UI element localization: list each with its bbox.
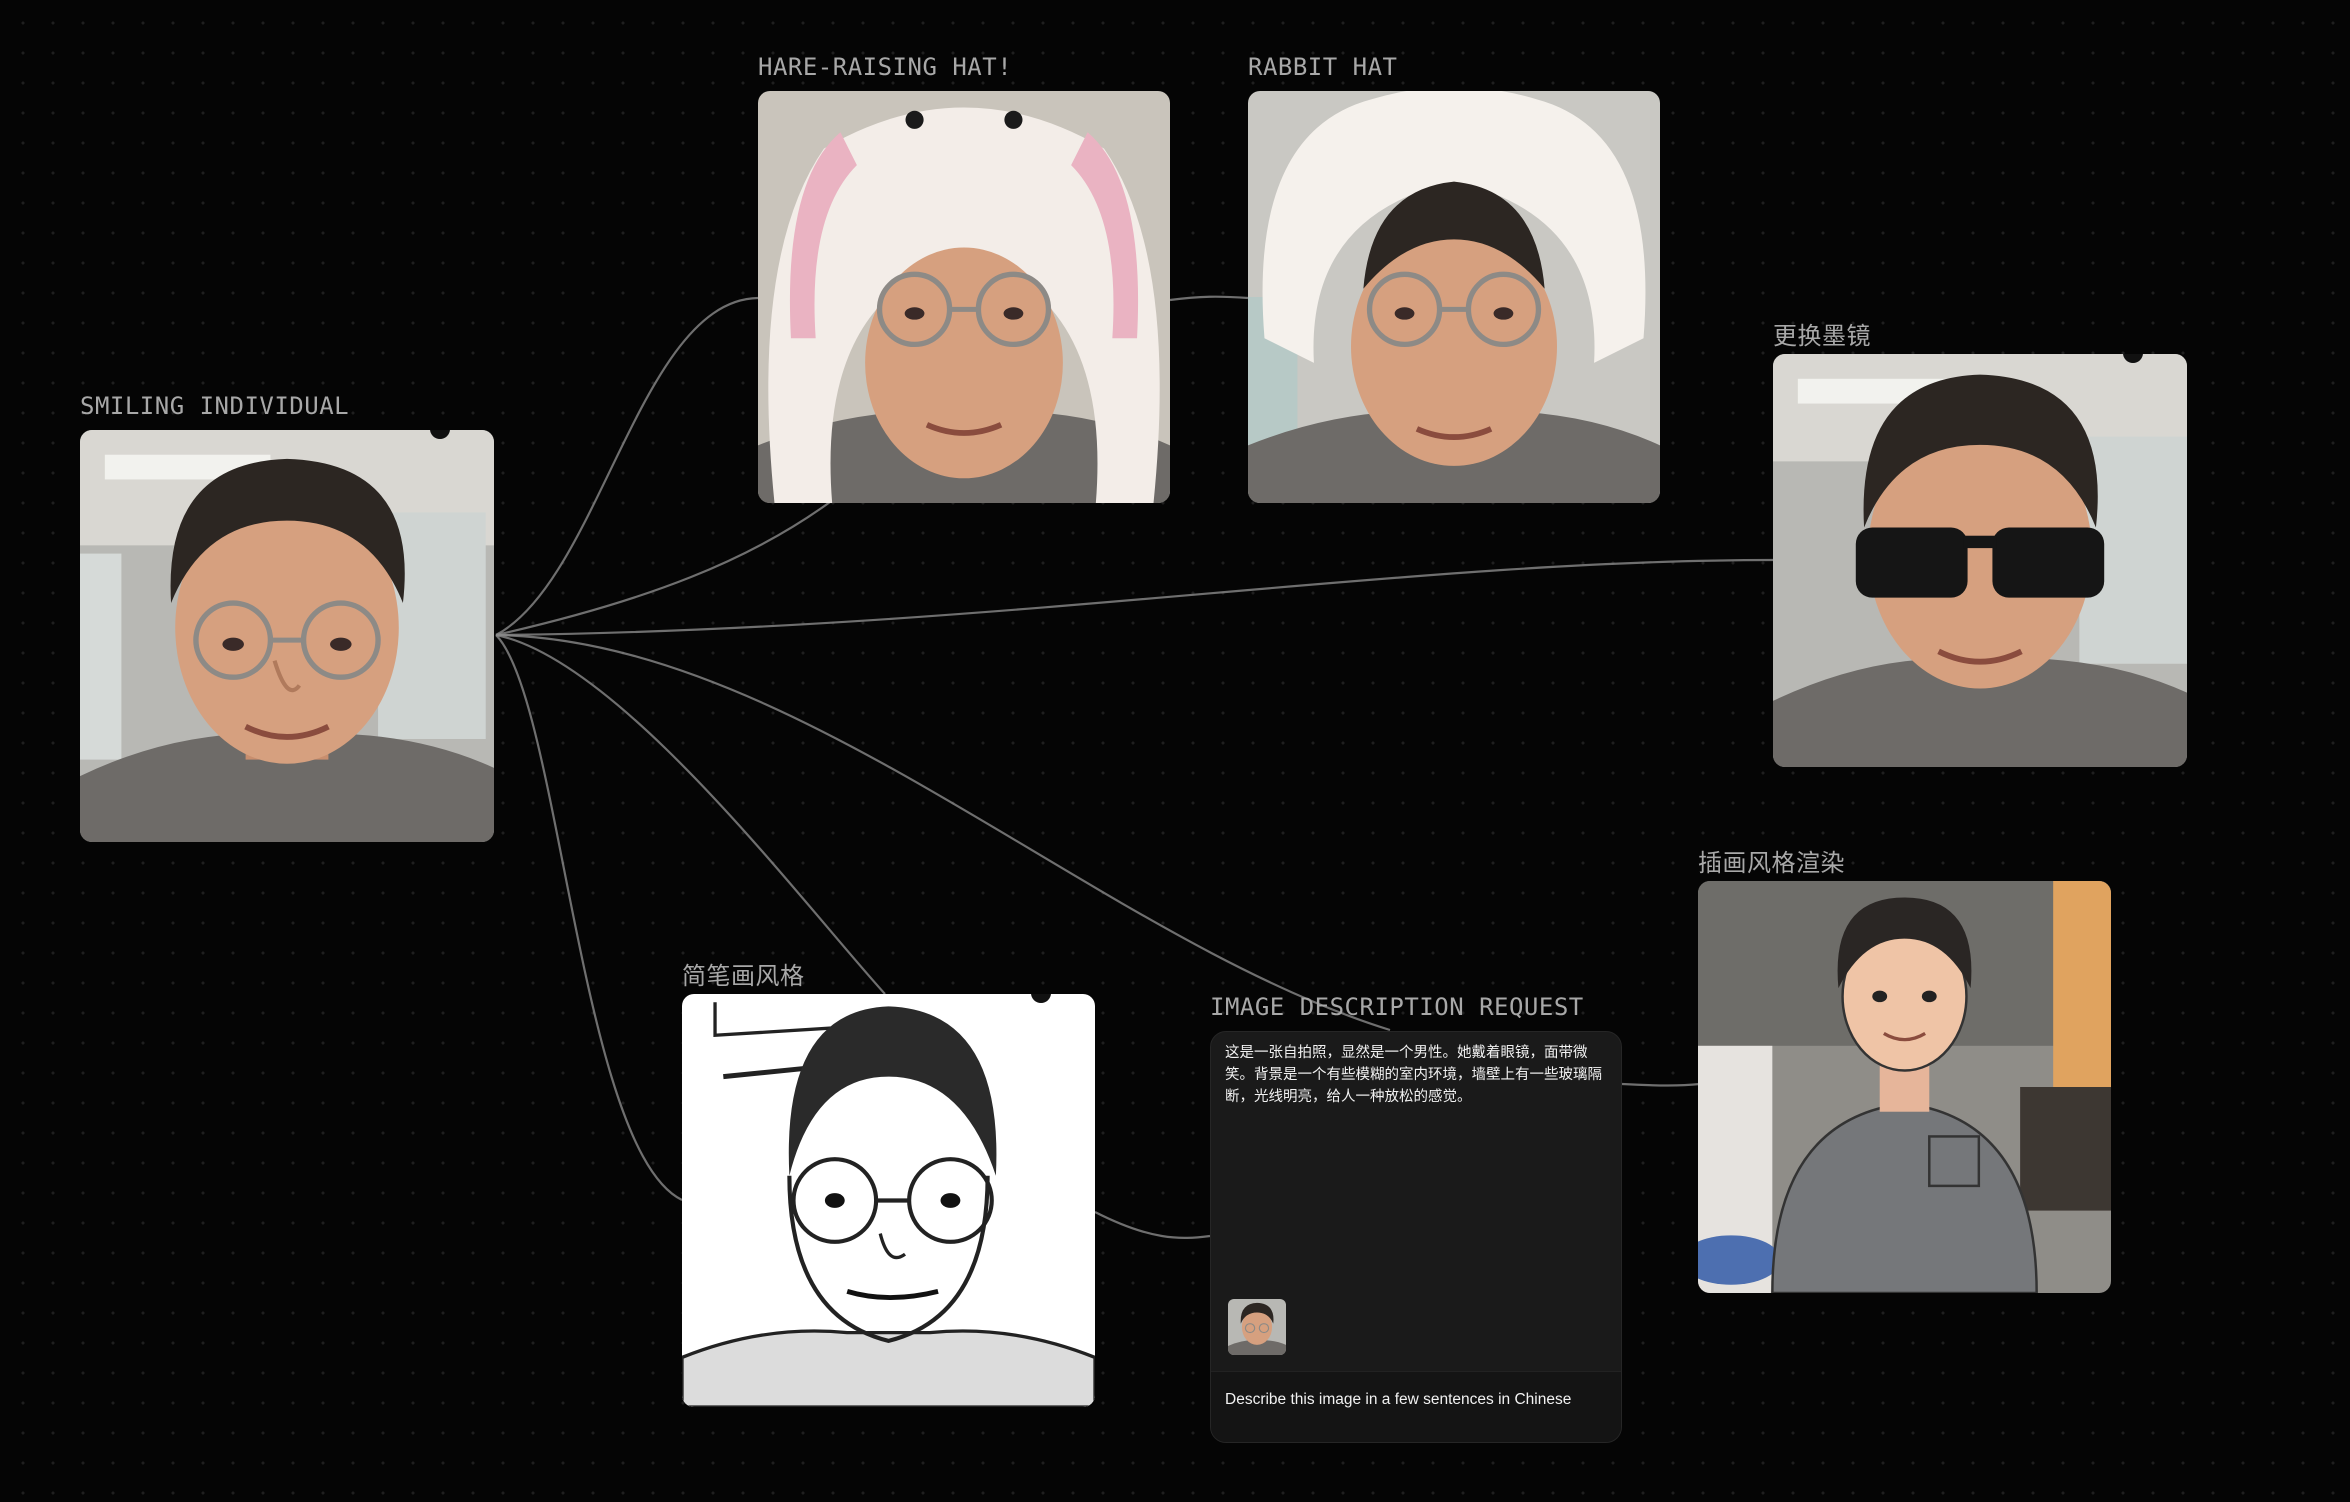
rabbit-hat-with-ears-image <box>758 91 1170 503</box>
edge-to-hare-raising-hat <box>495 296 759 636</box>
edge-hare-to-rabbit-hat <box>1169 295 1249 302</box>
prompt-area[interactable]: Describe this image in a few sentences i… <box>1211 1371 1621 1442</box>
node-title: 更换墨镜 <box>1773 322 1871 350</box>
edge-to-sunglasses <box>495 558 1774 637</box>
edge-line-drawing-to-description <box>1094 1211 1211 1239</box>
node-image-description[interactable]: IMAGE DESCRIPTION REQUEST 这是一张自拍照，显然是一个男… <box>1210 993 1622 1443</box>
node-title: HARE-RAISING HAT! <box>758 53 1013 81</box>
node-sunglasses[interactable]: 更换墨镜 <box>1773 322 2187 767</box>
line-drawing-image <box>682 994 1095 1407</box>
selfie-image <box>80 430 494 842</box>
description-response: 这是一张自拍照，显然是一个男性。她戴着眼镜，面带微笑。背景是一个有些模糊的室内环… <box>1225 1045 1602 1105</box>
description-card: 这是一张自拍照，显然是一个男性。她戴着眼镜，面带微笑。背景是一个有些模糊的室内环… <box>1210 1031 1622 1443</box>
node-title: RABBIT HAT <box>1248 53 1398 81</box>
fluffy-hat-image <box>1248 91 1660 503</box>
node-hare-raising-hat[interactable]: HARE-RAISING HAT! <box>758 53 1170 503</box>
prompt-text: Describe this image in a few sentences i… <box>1225 1391 1572 1408</box>
edge-to-hare-raising-hat-bottom <box>495 501 831 637</box>
edge-to-image-description <box>495 633 1391 1032</box>
node-rabbit-hat[interactable]: RABBIT HAT <box>1248 53 1660 503</box>
edge-to-line-drawing-left <box>495 634 683 1201</box>
node-line-drawing[interactable]: 简笔画风格 <box>682 962 1095 1407</box>
node-illustration[interactable]: 插画风格渲染 <box>1698 849 2111 1293</box>
edge-to-line-drawing <box>495 633 886 995</box>
input-image-thumbnail[interactable] <box>1228 1299 1286 1355</box>
edge-description-to-illustration <box>1621 1082 1701 1087</box>
node-smiling-individual[interactable]: SMILING INDIVIDUAL <box>80 392 494 842</box>
node-title: SMILING INDIVIDUAL <box>80 392 350 420</box>
node-title: 插画风格渲染 <box>1698 849 1845 877</box>
node-title: IMAGE DESCRIPTION REQUEST <box>1210 993 1584 1021</box>
illustration-image <box>1698 881 2111 1293</box>
sunglasses-image <box>1773 354 2187 767</box>
node-title: 简笔画风格 <box>682 962 805 990</box>
